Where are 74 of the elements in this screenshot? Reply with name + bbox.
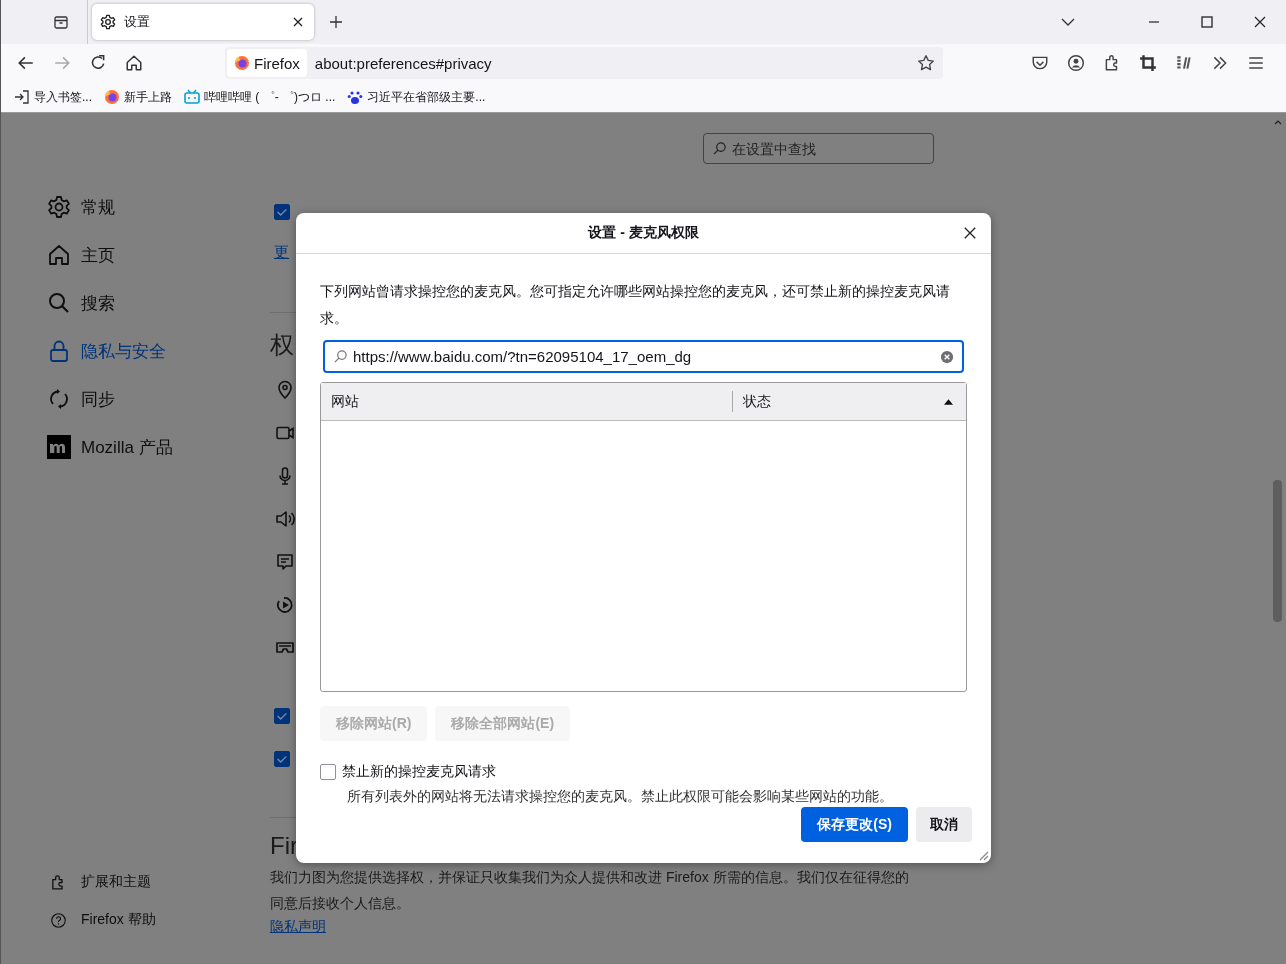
column-header[interactable]: 状态 [733,383,966,420]
clear-icon[interactable] [940,349,954,364]
close-icon[interactable] [963,226,977,240]
paw-icon [347,89,364,105]
checkbox[interactable] [274,708,290,724]
column-header[interactable]: 网站 [321,391,734,412]
sidebar-item[interactable]: Mozilla 产品 [47,433,269,461]
bookmark-item[interactable]: 习近平在省部级主要... [347,88,486,106]
reload-icon[interactable] [89,54,107,72]
close-icon[interactable] [1252,14,1268,30]
menu-icon[interactable] [1247,54,1265,72]
scrollbar-thumb[interactable] [1273,480,1282,622]
help-icon [50,911,67,929]
url-text: about:preferences#privacy [314,54,493,72]
tv-icon [184,89,200,105]
autoplay-icon [275,595,295,615]
sidebar-link[interactable]: Firefox 帮助 [50,910,269,930]
home-icon[interactable] [125,54,143,72]
note-text: 所有列表外的网站将无法请求操控您的麦克风。禁止此权限可能会影响某些网站的功能。 [347,788,894,806]
sync-icon [47,387,71,411]
maximize-icon[interactable] [1199,14,1215,30]
search-icon [47,291,71,315]
account-icon[interactable] [1067,54,1085,72]
bookmark-item[interactable]: 哔哩哔哩 ( ゜- ゜)つロ ... [184,88,336,106]
search-icon [333,349,348,364]
new-tab-icon[interactable] [328,14,344,30]
save-button[interactable]: 保存更改(S) [801,807,908,842]
resize-grip-icon[interactable] [977,849,989,861]
pocket-icon[interactable] [1031,54,1049,72]
settings-search-field[interactable]: 在设置中查找 [703,133,934,164]
link[interactable]: 更 [274,243,289,262]
sidebar-item[interactable]: 隐私与安全 [47,337,269,365]
speaker-icon [275,509,295,529]
notification-icon [275,552,295,572]
star-icon[interactable] [917,54,935,72]
bookmark-item[interactable]: 新手上路 [104,88,172,106]
tab-overview-icon[interactable] [53,14,69,30]
checkbox[interactable] [320,764,336,780]
close-icon[interactable] [292,16,304,28]
sidebar-item[interactable]: 同步 [47,385,269,413]
privacy-link[interactable]: 隐私声明 [270,918,326,936]
paragraph: 我们力图为您提供选择权，并保证只收集我们为众人提供和改进 Firefox 所需的信息。我们仅在征得您的同意后接收个人信息。 [270,868,910,913]
sidebar-item[interactable]: 常规 [47,193,269,221]
cancel-button[interactable]: 取消 [916,807,972,842]
checkbox[interactable] [274,751,290,767]
description: 下列网站曾请求操控您的麦克风。您可指定允许哪些网站操控您的麦克风，还可禁止新的操控麦克风请求。 [320,282,951,328]
double-chevron-icon[interactable] [1211,54,1229,72]
identity-badge[interactable]: Firefox [227,49,307,77]
section-heading: Fir [270,832,298,860]
home-icon [47,243,71,267]
bookmark-item[interactable]: 导入书签... [14,88,92,106]
crop-icon[interactable] [1139,54,1157,72]
section-heading: 权 [270,330,294,360]
browser-logo-icon [234,55,250,71]
sidebar-link[interactable]: 扩展和主题 [50,872,269,892]
lock-icon [47,339,71,363]
browser-tab[interactable]: 设置 [92,4,314,40]
browser-logo-icon [104,89,120,105]
search-icon [712,141,727,156]
tab-title: 设置 [124,13,151,31]
checkbox-label: 禁止新的操控麦克风请求 [342,763,496,781]
address-bar[interactable]: Firefox about:preferences#privacy [225,47,943,79]
location-pin-icon [275,380,295,400]
checkbox[interactable] [274,204,290,220]
sidebar-item[interactable]: 主页 [47,241,269,269]
gear-icon [100,14,116,30]
library-icon[interactable] [1175,54,1193,72]
mozilla-logo-icon [47,435,71,459]
gear-icon [47,195,71,219]
back-arrow-icon[interactable] [17,54,35,72]
dialog-title: 设置 - 麦克风权限 [588,224,699,242]
sidebar-item[interactable]: 搜索 [47,289,269,317]
import-icon [14,89,30,105]
search-field[interactable]: https://www.baidu.com/?tn=62095104_17_oem_dg [323,340,964,373]
